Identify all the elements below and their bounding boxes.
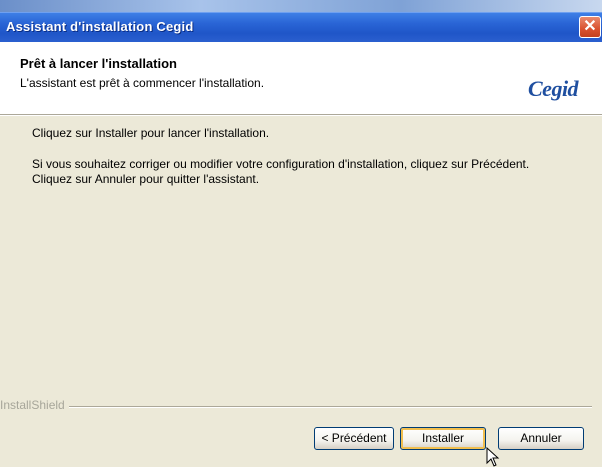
page-title: Prêt à lancer l'installation bbox=[20, 56, 177, 71]
mouse-cursor-icon bbox=[486, 447, 500, 467]
close-icon: ✕ bbox=[583, 18, 597, 35]
installshield-brand: InstallShield bbox=[0, 398, 69, 412]
page-subtitle: L'assistant est prêt à commencer l'insta… bbox=[20, 76, 265, 90]
logo-text: Cegid bbox=[528, 76, 579, 101]
desktop-background bbox=[0, 0, 602, 12]
header-divider bbox=[0, 114, 602, 116]
wizard-header: Prêt à lancer l'installation L'assistant… bbox=[0, 42, 602, 114]
title-bar[interactable]: Assistant d'installation Cegid ✕ bbox=[0, 12, 602, 42]
instruction-back: Si vous souhaitez corriger ou modifier v… bbox=[32, 157, 530, 171]
instruction-install: Cliquez sur Installer pour lancer l'inst… bbox=[32, 126, 270, 140]
back-button[interactable]: < Précédent bbox=[314, 427, 394, 450]
install-button[interactable]: Installer bbox=[400, 427, 486, 450]
footer-divider bbox=[0, 406, 592, 408]
window-title: Assistant d'installation Cegid bbox=[6, 19, 194, 34]
cancel-button[interactable]: Annuler bbox=[498, 427, 584, 450]
cegid-logo: Cegid bbox=[524, 76, 594, 106]
instruction-cancel: Cliquez sur Annuler pour quitter l'assis… bbox=[32, 172, 260, 186]
close-button[interactable]: ✕ bbox=[579, 16, 601, 38]
